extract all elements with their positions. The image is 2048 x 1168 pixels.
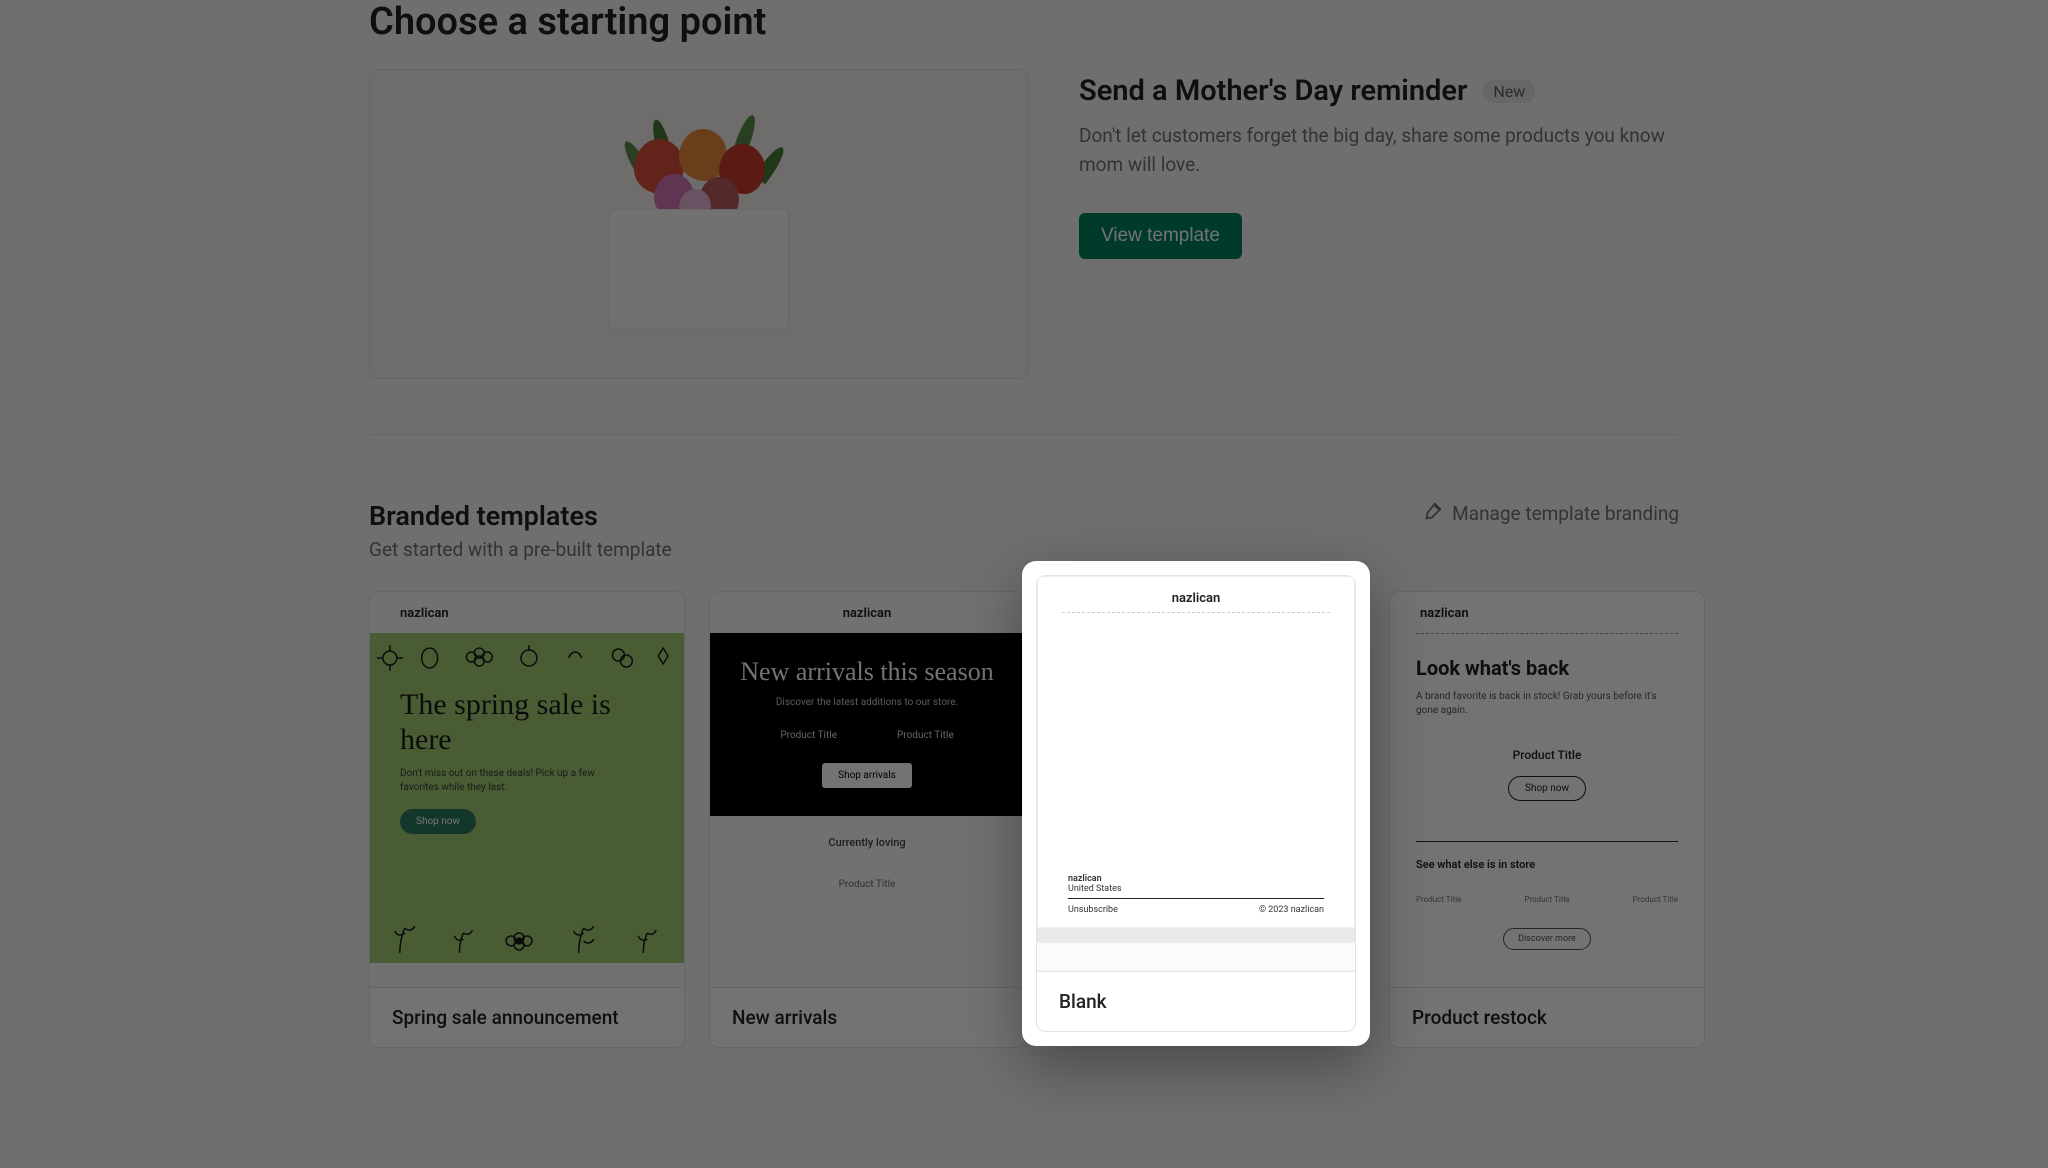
preview-footer-brand: nazlican bbox=[1068, 874, 1324, 884]
template-card-blank[interactable]: nazlican nazlican United States Unsubscr… bbox=[1036, 575, 1356, 1032]
preview-footer-location: United States bbox=[1068, 884, 1324, 894]
preview-unsubscribe: Unsubscribe bbox=[1068, 905, 1118, 915]
preview-brand: nazlican bbox=[1062, 577, 1330, 613]
preview-copyright: © 2023 nazlican bbox=[1259, 905, 1324, 915]
highlighted-template-popover: nazlican nazlican United States Unsubscr… bbox=[1022, 561, 1370, 1046]
template-name: Blank bbox=[1037, 971, 1355, 1031]
